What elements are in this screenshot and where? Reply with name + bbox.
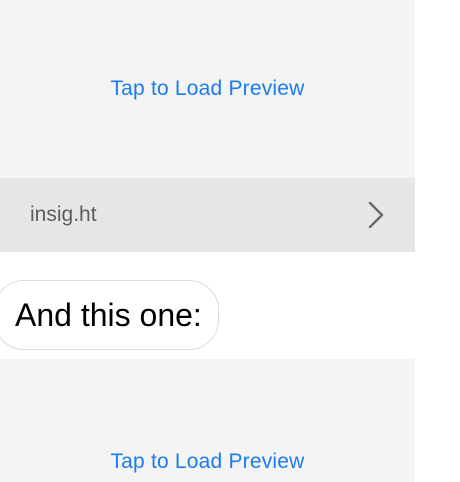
chevron-right-icon xyxy=(368,201,384,229)
tap-to-load-preview-link[interactable]: Tap to Load Preview xyxy=(110,450,304,474)
link-preview-card[interactable]: Tap to Load Preview xyxy=(0,359,415,482)
link-preview-card[interactable]: Tap to Load Preview xyxy=(0,0,415,178)
message-bubble: And this one: xyxy=(0,280,219,350)
link-domain-label: insig.ht xyxy=(30,203,97,226)
link-domain-bar[interactable]: insig.ht xyxy=(0,178,415,252)
tap-to-load-preview-link[interactable]: Tap to Load Preview xyxy=(110,77,304,101)
message-text: And this one: xyxy=(15,296,202,333)
